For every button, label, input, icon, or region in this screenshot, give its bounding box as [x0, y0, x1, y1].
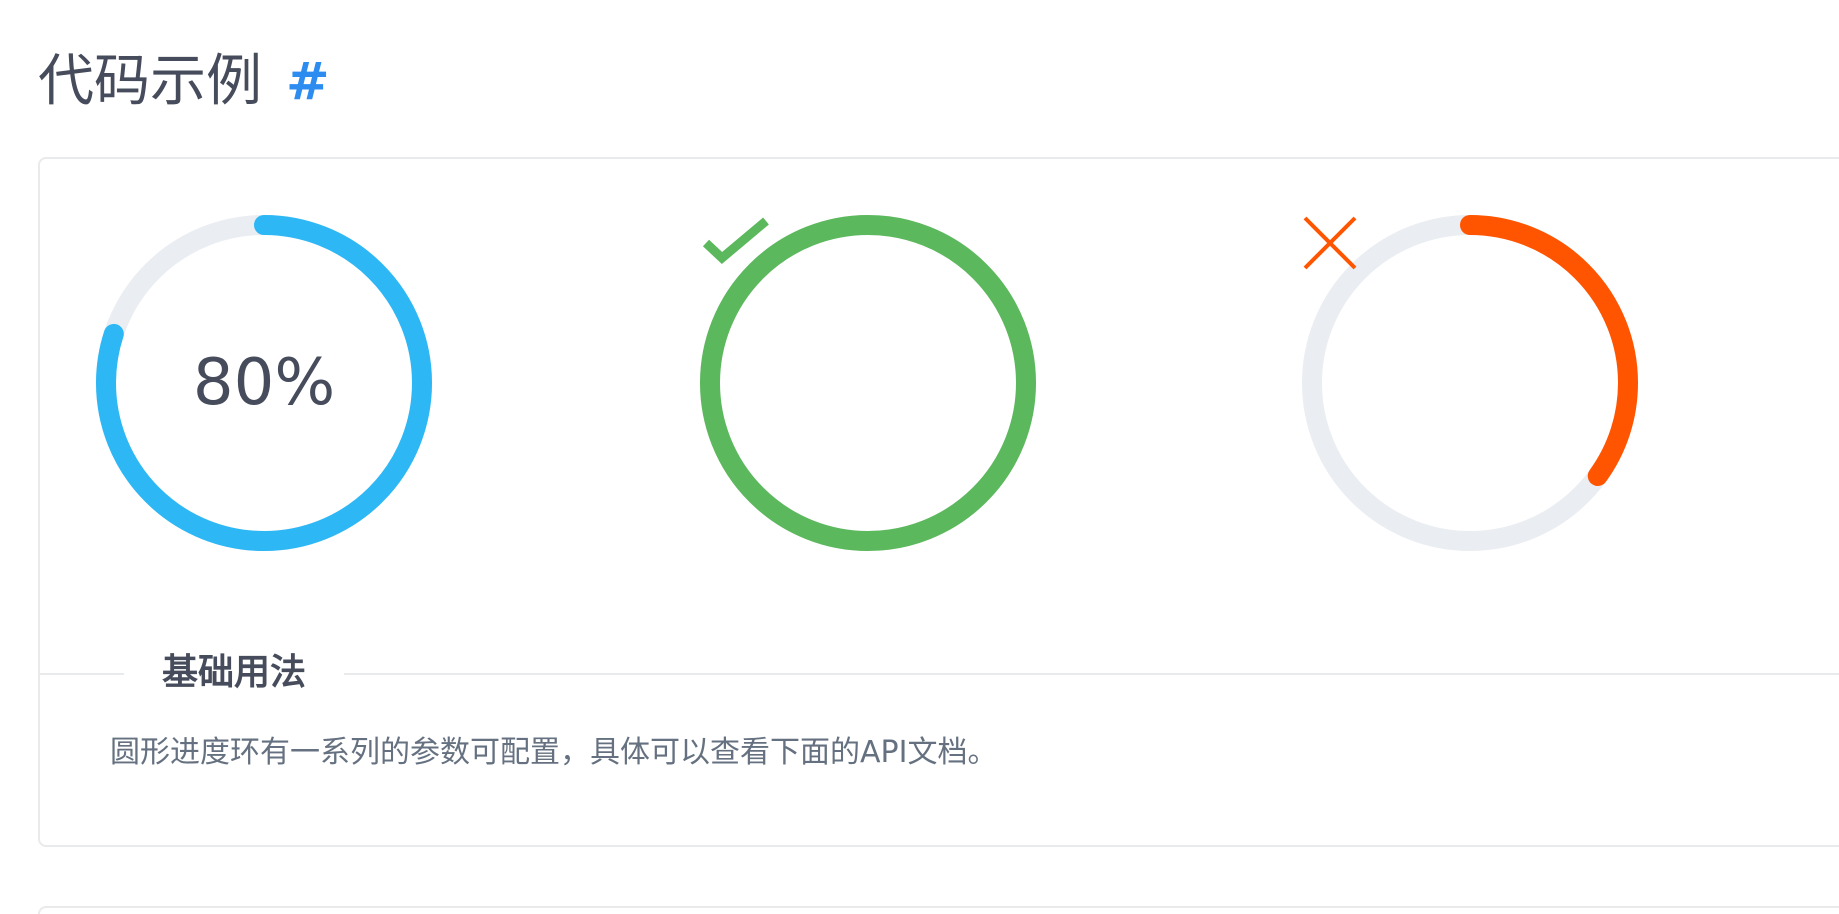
check-icon	[702, 217, 769, 265]
progress-circle-percent: 80%	[96, 215, 432, 551]
progress-percent-label: 80%	[192, 346, 336, 420]
demo-card: 80% 基础用法 圆形进度环有一系列的参数可配置，具体可以查看下面的API文档。	[38, 157, 1839, 847]
demo-title: 基础用法	[124, 647, 345, 699]
progress-circle-success	[700, 215, 1036, 551]
close-icon	[1303, 216, 1357, 270]
next-demo-card	[38, 906, 1839, 914]
section-title: 代码示例	[38, 49, 262, 114]
page: 代码示例 # 80% 基础用法 圆形进度环有一系列的参数可配置，具体可以查看下面…	[0, 0, 1839, 914]
anchor-link[interactable]: #	[286, 46, 330, 118]
progress-circle-error	[1302, 215, 1638, 551]
demo-description: 圆形进度环有一系列的参数可配置，具体可以查看下面的API文档。	[110, 735, 998, 770]
section-heading: 代码示例 #	[38, 46, 330, 118]
